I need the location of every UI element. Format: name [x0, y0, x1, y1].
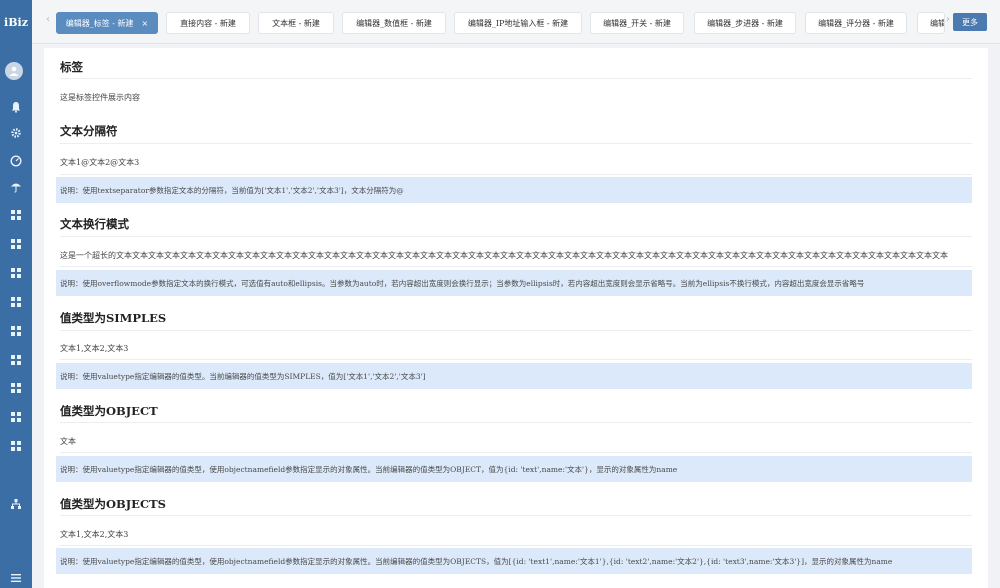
dashboard-icon[interactable]: [8, 153, 24, 169]
tab-label: 文本框 - 新建: [272, 18, 320, 28]
section-title-label: 标签: [60, 60, 83, 74]
tab-editor-ip-input[interactable]: 编辑器_IP地址输入框 - 新建: [454, 12, 582, 34]
field-divider: [60, 266, 972, 267]
simples-value: 文本1,文本2,文本3: [60, 344, 129, 353]
object-note: 说明：使用valuetype指定编辑器的值类型，使用objectnamefiel…: [56, 456, 972, 482]
tab-label: 编辑器_IP地址输入框 - 新建: [467, 18, 569, 28]
tab-textbox[interactable]: 文本框 - 新建: [258, 12, 334, 34]
app-logo: iBiz: [4, 15, 28, 29]
tab-bar: ‹ 编辑器_标签 - 新建 × 直接内容 - 新建 文本框 - 新建 编辑器_数…: [32, 0, 1000, 44]
section-title-separator: 文本分隔符: [60, 124, 118, 138]
tab-label: 编辑器_评分器 - 新建: [818, 18, 894, 28]
overflow-value: 这是一个超长的文本文本文本文本文本文本文本文本文本文本文本文本文本文本文本文本文…: [60, 251, 948, 260]
separator-note: 说明：使用textseparator参数指定文本的分隔符，当前值为['文本1',…: [56, 177, 972, 203]
grid-icon[interactable]: [8, 294, 24, 310]
gear-icon[interactable]: [8, 125, 24, 141]
sidebar: iBiz: [0, 0, 32, 588]
tab-editor-stepper[interactable]: 编辑器_步进器 - 新建: [694, 12, 796, 34]
tab-editor-partial[interactable]: 编辑: [917, 12, 945, 34]
tab-label: 编辑器_开关 - 新建: [603, 18, 671, 28]
grid-icon[interactable]: [8, 380, 24, 396]
field-divider: [60, 174, 972, 175]
org-icon[interactable]: [8, 496, 24, 512]
umbrella-icon[interactable]: [8, 179, 24, 195]
bell-icon[interactable]: [8, 99, 24, 115]
grid-icon[interactable]: [8, 323, 24, 339]
section-title-objects: 值类型为OBJECTS: [60, 497, 166, 511]
tab-editor-switch[interactable]: 编辑器_开关 - 新建: [590, 12, 684, 34]
overflow-note: 说明：使用overflowmode参数指定文本的换行模式，可选值有auto和el…: [56, 270, 972, 296]
tab-label: 编辑器_数值框 - 新建: [356, 18, 432, 28]
tab-editor-rate[interactable]: 编辑器_评分器 - 新建: [805, 12, 907, 34]
grid-icon[interactable]: [8, 409, 24, 425]
main-content: 标签 这是标签控件展示内容 文本分隔符 文本1@文本2@文本3 说明：使用tex…: [44, 48, 988, 588]
field-divider: [60, 359, 972, 360]
more-button[interactable]: 更多: [953, 13, 987, 31]
objects-value: 文本1,文本2,文本3: [60, 530, 129, 539]
tab-label: 直接内容 - 新建: [180, 18, 236, 28]
section-title-object: 值类型为OBJECT: [60, 404, 158, 418]
section-title-simples: 值类型为SIMPLES: [60, 311, 167, 325]
simples-note: 说明：使用valuetype指定编辑器的值类型。当前编辑器的值类型为SIMPLE…: [56, 363, 972, 389]
tab-editor-label[interactable]: 编辑器_标签 - 新建 ×: [56, 12, 158, 34]
grid-icon[interactable]: [8, 207, 24, 223]
tab-direct-content[interactable]: 直接内容 - 新建: [166, 12, 250, 34]
grid-icon[interactable]: [8, 352, 24, 368]
avatar[interactable]: [5, 62, 23, 80]
field-divider: [60, 545, 972, 546]
tab-editor-number[interactable]: 编辑器_数值框 - 新建: [342, 12, 446, 34]
object-value: 文本: [60, 437, 76, 446]
menu-icon[interactable]: [8, 570, 24, 586]
section-divider: [60, 78, 972, 79]
chevron-left-icon[interactable]: ‹: [46, 14, 50, 25]
grid-icon[interactable]: [8, 236, 24, 252]
grid-icon[interactable]: [8, 438, 24, 454]
chevron-right-icon[interactable]: ›: [946, 14, 950, 25]
grid-icon[interactable]: [8, 265, 24, 281]
section-divider: [60, 515, 972, 516]
section-divider: [60, 330, 972, 331]
close-icon[interactable]: ×: [142, 19, 149, 28]
label-value: 这是标签控件展示内容: [60, 93, 140, 102]
tab-label: 编辑器_步进器 - 新建: [707, 18, 783, 28]
section-divider: [60, 422, 972, 423]
separator-value: 文本1@文本2@文本3: [60, 158, 140, 167]
section-divider: [60, 236, 972, 237]
tab-label: 编辑器_标签 - 新建: [65, 18, 134, 28]
section-divider: [60, 143, 972, 144]
field-divider: [60, 452, 972, 453]
section-title-overflow: 文本换行模式: [60, 217, 129, 231]
tab-label: 编辑: [930, 18, 945, 28]
objects-note: 说明：使用valuetype指定编辑器的值类型，使用objectnamefiel…: [56, 548, 972, 574]
